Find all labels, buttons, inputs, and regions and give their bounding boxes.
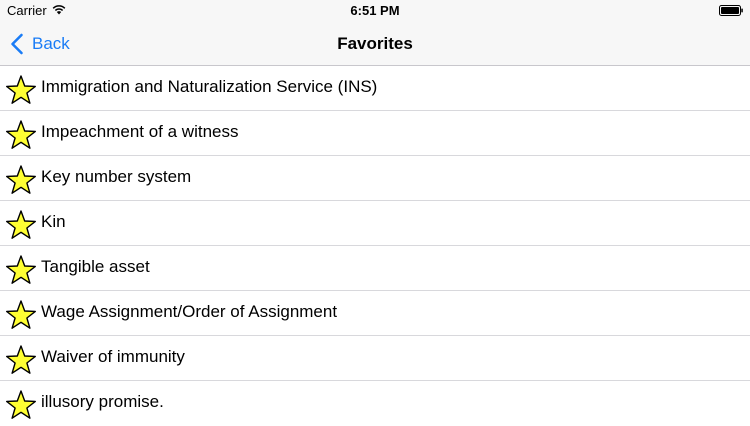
star-icon	[6, 75, 36, 104]
list-item[interactable]: Kin	[0, 201, 750, 246]
star-icon	[6, 210, 36, 239]
star-icon	[6, 165, 36, 194]
list-item-label: Impeachment of a witness	[41, 122, 239, 141]
page-title: Favorites	[337, 34, 413, 53]
star-icon	[6, 345, 36, 374]
list-item[interactable]: Waiver of immunity	[0, 336, 750, 381]
star-icon	[6, 255, 36, 284]
list-item-label: Immigration and Naturalization Service (…	[41, 77, 378, 96]
list-item-label: Wage Assignment/Order of Assignment	[41, 302, 338, 321]
list-item[interactable]: Wage Assignment/Order of Assignment	[0, 291, 750, 336]
clock: 6:51 PM	[350, 3, 400, 18]
list-item[interactable]: Impeachment of a witness	[0, 111, 750, 156]
list-item[interactable]: Key number system	[0, 156, 750, 201]
list-item-label: illusory promise.	[41, 392, 164, 411]
battery-icon	[719, 5, 743, 16]
list-item[interactable]: illusory promise.	[0, 381, 750, 426]
list-item-label: Key number system	[41, 167, 192, 186]
status-bar: Carrier 6:51 PM	[0, 0, 750, 22]
list-item[interactable]: Tangible asset	[0, 246, 750, 291]
list-item[interactable]: Immigration and Naturalization Service (…	[0, 66, 750, 111]
star-icon	[6, 390, 36, 419]
star-icon	[6, 300, 36, 329]
list-item-label: Tangible asset	[41, 257, 150, 276]
star-icon	[6, 120, 36, 149]
list-item-label: Kin	[41, 212, 66, 231]
navigation-bar: Back Favorites	[0, 22, 750, 66]
list-item-label: Waiver of immunity	[41, 347, 185, 366]
favorites-list: Immigration and Naturalization Service (…	[0, 66, 750, 426]
